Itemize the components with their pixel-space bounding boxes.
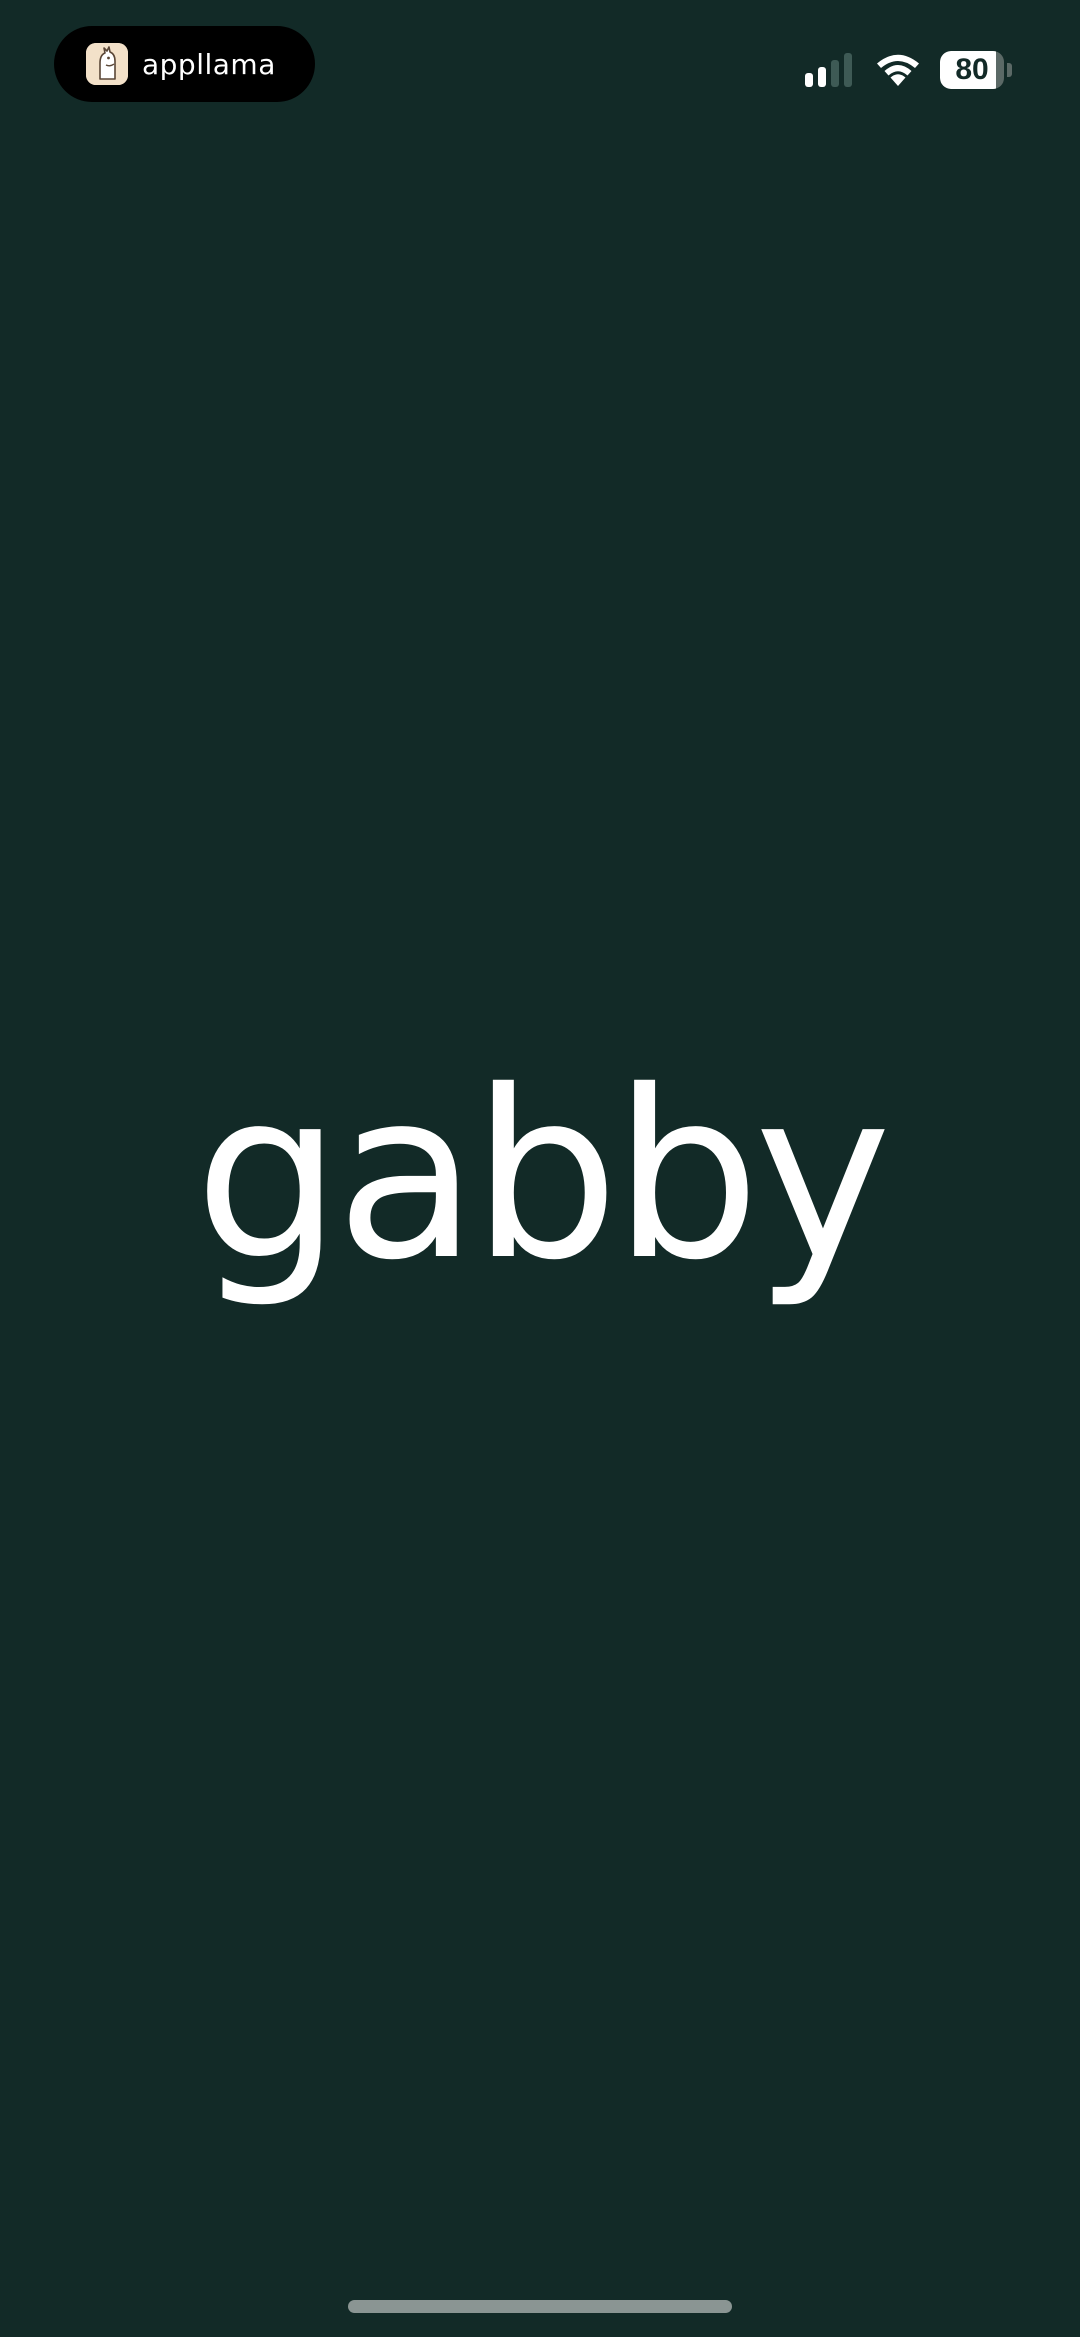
app-logo: gabby <box>194 1041 891 1311</box>
battery-icon: 80 <box>940 51 1012 89</box>
battery-level: 80 <box>955 53 989 86</box>
status-indicators: 80 <box>805 48 1012 92</box>
wifi-icon <box>877 54 919 86</box>
signal-bar <box>831 60 839 87</box>
signal-bar <box>844 53 852 87</box>
island-app-label: appllama <box>142 47 276 81</box>
battery-body: 80 <box>940 51 1005 89</box>
home-indicator[interactable] <box>348 2300 732 2313</box>
battery-cap <box>1007 63 1012 77</box>
signal-bar <box>818 67 826 87</box>
cellular-signal-icon <box>805 53 852 87</box>
llama-icon <box>86 43 128 85</box>
splash-screen: appllama 80 gabby <box>0 0 1080 2337</box>
status-bar: appllama 80 <box>0 0 1080 140</box>
dynamic-island[interactable]: appllama <box>54 26 315 102</box>
signal-bar <box>805 73 813 87</box>
